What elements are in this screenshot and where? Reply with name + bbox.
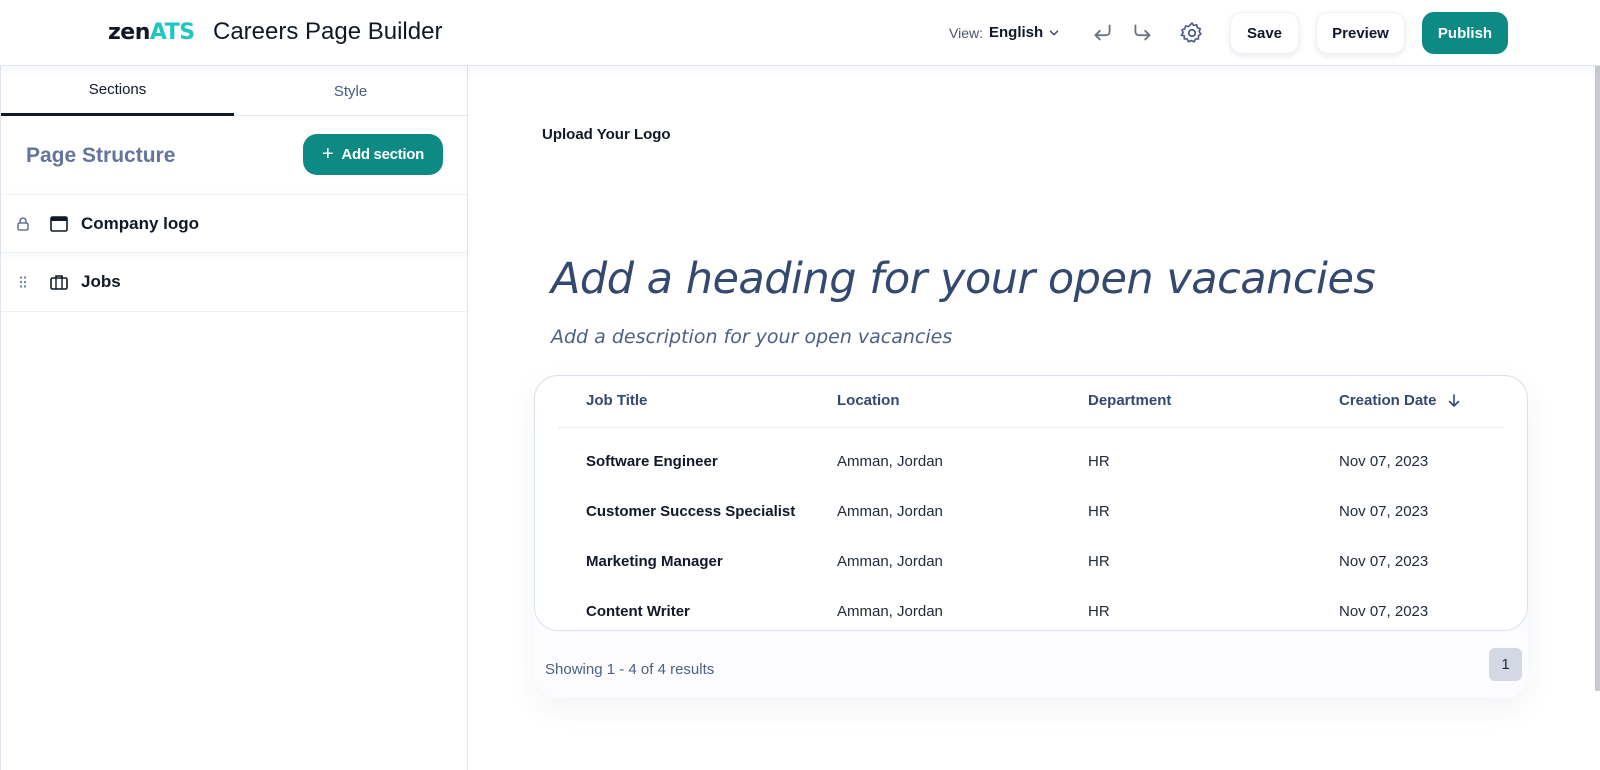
pagination-page-button[interactable]: 1 [1489, 648, 1522, 681]
add-section-button[interactable]: + Add section [303, 134, 443, 175]
column-header-job-title: Job Title [586, 392, 648, 409]
cell-job-title: Marketing Manager [586, 553, 723, 570]
cell-location: Amman, Jordan [837, 603, 943, 620]
settings-button[interactable] [1178, 19, 1206, 47]
column-header-location: Location [837, 392, 900, 409]
cell-location: Amman, Jordan [837, 503, 943, 520]
plus-icon: + [322, 142, 334, 165]
column-header-department: Department [1088, 392, 1172, 409]
cell-creation-date: Nov 07, 2023 [1339, 503, 1429, 520]
gear-icon [1180, 22, 1202, 43]
column-header-creation-date[interactable]: Creation Date [1339, 392, 1461, 409]
canvas-scrollbar[interactable] [1595, 66, 1600, 691]
vacancies-description[interactable]: Add a description for your open vacancie… [551, 326, 952, 348]
cell-job-title: Content Writer [586, 603, 690, 620]
page-preview-canvas: Upload Your Logo Add a heading for your … [468, 66, 1600, 770]
undo-icon [1094, 24, 1111, 41]
sidebar-tabs: Sections Style [1, 66, 467, 116]
table-row[interactable]: Software Engineer Amman, Jordan HR Nov 0… [535, 436, 1529, 486]
view-label: View: [949, 24, 983, 41]
cell-department: HR [1088, 503, 1110, 520]
browser-window-icon [50, 215, 68, 232]
section-item-jobs[interactable]: Jobs [1, 253, 467, 312]
tab-sections[interactable]: Sections [1, 66, 234, 116]
lock-icon [17, 216, 29, 231]
top-bar: zenATS Careers Page Builder View: Englis… [0, 0, 1600, 66]
jobs-section: Job Title Location Department Creation D… [534, 375, 1528, 698]
logo-ats: ATS [149, 20, 195, 45]
arrow-down-icon[interactable] [1447, 393, 1461, 409]
cell-creation-date: Nov 07, 2023 [1339, 453, 1429, 470]
briefcase-icon [50, 275, 68, 290]
chevron-down-icon [1049, 30, 1059, 35]
table-row[interactable]: Content Writer Amman, Jordan HR Nov 07, … [535, 586, 1529, 636]
cell-department: HR [1088, 603, 1110, 620]
redo-button[interactable] [1129, 19, 1157, 47]
view-value: English [988, 24, 1044, 41]
zenats-logo: zenATS [108, 20, 195, 45]
jobs-table: Job Title Location Department Creation D… [534, 375, 1528, 631]
cell-location: Amman, Jordan [837, 553, 943, 570]
preview-button[interactable]: Preview [1316, 12, 1405, 54]
cell-creation-date: Nov 07, 2023 [1339, 553, 1429, 570]
vacancies-heading[interactable]: Add a heading for your open vacancies [551, 254, 1376, 304]
cell-job-title: Customer Success Specialist [586, 503, 796, 520]
table-row[interactable]: Marketing Manager Amman, Jordan HR Nov 0… [535, 536, 1529, 586]
table-header: Job Title Location Department Creation D… [558, 376, 1504, 428]
view-language-select[interactable]: View: English [949, 24, 1061, 41]
undo-button[interactable] [1088, 19, 1116, 47]
cell-job-title: Software Engineer [586, 453, 718, 470]
cell-creation-date: Nov 07, 2023 [1339, 603, 1429, 620]
logo-zen: zen [108, 20, 150, 45]
results-summary: Showing 1 - 4 of 4 results [545, 661, 715, 678]
cell-location: Amman, Jordan [837, 453, 943, 470]
tab-style[interactable]: Style [234, 66, 467, 116]
redo-icon [1134, 24, 1151, 41]
page-structure-title: Page Structure [26, 144, 176, 167]
page-structure-header: Page Structure + Add section [1, 116, 467, 194]
column-header-label: Creation Date [1339, 392, 1437, 409]
publish-button[interactable]: Publish [1422, 12, 1508, 54]
table-row[interactable]: Customer Success Specialist Amman, Jorda… [535, 486, 1529, 536]
section-item-label: Jobs [81, 272, 121, 291]
add-section-label: Add section [341, 146, 424, 163]
sidebar: Sections Style Page Structure + Add sect… [0, 66, 468, 770]
app-title: Careers Page Builder [213, 18, 443, 45]
drag-handle-icon[interactable] [15, 274, 31, 290]
section-item-company-logo[interactable]: Company logo [1, 194, 467, 253]
cell-department: HR [1088, 453, 1110, 470]
save-button[interactable]: Save [1230, 12, 1299, 54]
upload-logo-placeholder[interactable]: Upload Your Logo [542, 126, 671, 143]
section-item-label: Company logo [81, 213, 200, 233]
cell-department: HR [1088, 553, 1110, 570]
